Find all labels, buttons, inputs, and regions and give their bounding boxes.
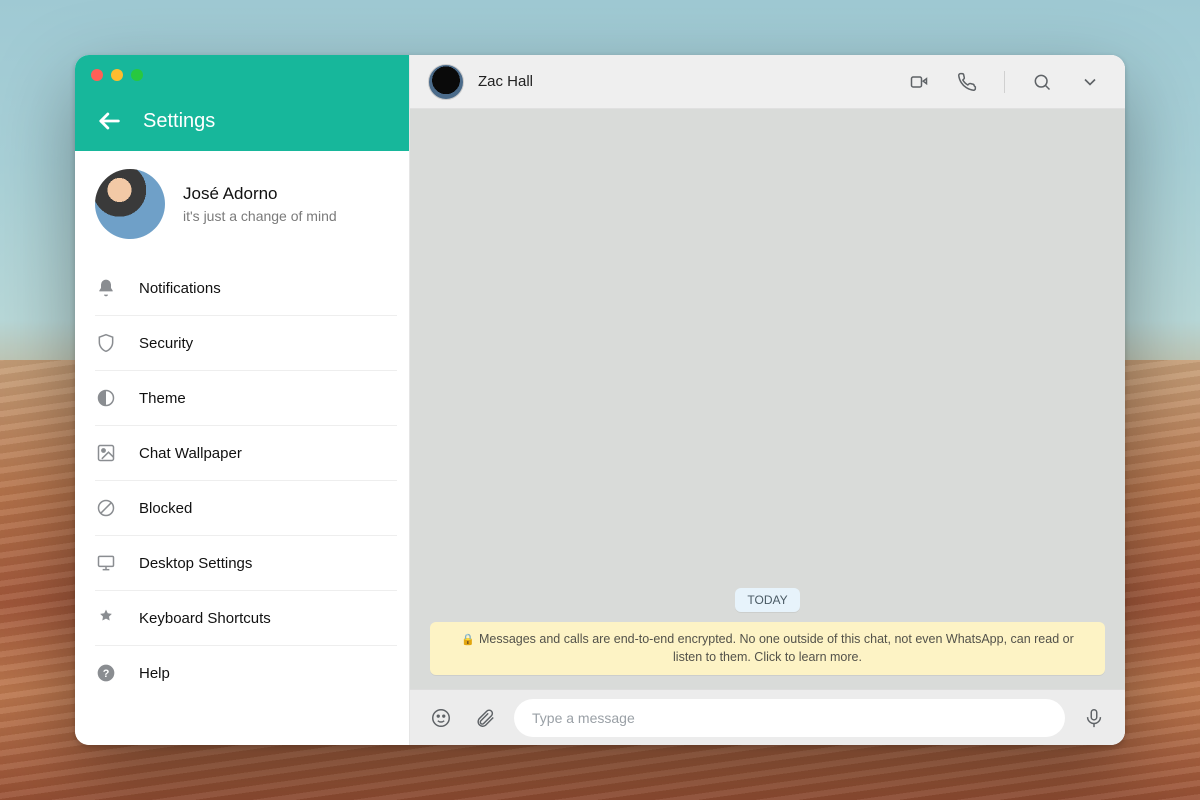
compose-bar [410, 689, 1125, 745]
wallpaper-icon [95, 442, 117, 464]
chat-menu-button[interactable] [1073, 65, 1107, 99]
chevron-down-icon [1080, 72, 1100, 92]
profile-section[interactable]: José Adorno it's just a change of mind [75, 151, 409, 261]
search-icon [1032, 72, 1052, 92]
microphone-icon [1083, 707, 1105, 729]
app-window: Settings José Adorno it's just a change … [75, 55, 1125, 745]
menu-label: Help [139, 665, 170, 682]
date-separator: TODAY [735, 588, 799, 612]
menu-item-help[interactable]: ? Help [95, 645, 397, 700]
video-call-button[interactable] [902, 65, 936, 99]
back-button[interactable] [95, 107, 123, 135]
settings-menu: Notifications Security Theme Chat Wallpa… [75, 261, 409, 700]
search-in-chat-button[interactable] [1025, 65, 1059, 99]
message-input[interactable] [514, 699, 1065, 737]
chat-panel: Zac Hall TODAY 🔒 Messages and calls are e… [410, 55, 1125, 745]
contact-name[interactable]: Zac Hall [478, 73, 533, 90]
emoji-button[interactable] [426, 703, 456, 733]
titlebar: Settings [75, 55, 409, 151]
contact-avatar[interactable] [428, 64, 464, 100]
keyboard-icon [95, 607, 117, 629]
minimize-window-button[interactable] [111, 69, 123, 81]
phone-icon [957, 72, 977, 92]
menu-label: Notifications [139, 280, 221, 297]
chat-header: Zac Hall [410, 55, 1125, 109]
menu-item-chat-wallpaper[interactable]: Chat Wallpaper [95, 425, 397, 480]
theme-icon [95, 387, 117, 409]
menu-item-notifications[interactable]: Notifications [95, 261, 397, 315]
menu-label: Chat Wallpaper [139, 445, 242, 462]
menu-label: Theme [139, 390, 186, 407]
profile-name: José Adorno [183, 184, 337, 204]
menu-label: Security [139, 335, 193, 352]
header-divider [1004, 71, 1005, 93]
help-icon: ? [95, 662, 117, 684]
paperclip-icon [474, 707, 496, 729]
video-icon [909, 72, 929, 92]
zoom-window-button[interactable] [131, 69, 143, 81]
encryption-notice[interactable]: 🔒 Messages and calls are end-to-end encry… [430, 622, 1105, 676]
chat-messages-area: TODAY 🔒 Messages and calls are end-to-end… [410, 109, 1125, 689]
blocked-icon [95, 497, 117, 519]
window-controls [91, 69, 143, 81]
profile-status: it's just a change of mind [183, 208, 337, 224]
encryption-notice-text: Messages and calls are end-to-end encryp… [479, 632, 1074, 665]
panel-title: Settings [143, 110, 215, 133]
voice-message-button[interactable] [1079, 703, 1109, 733]
settings-panel: Settings José Adorno it's just a change … [75, 55, 410, 745]
desktop-icon [95, 552, 117, 574]
voice-call-button[interactable] [950, 65, 984, 99]
lock-icon: 🔒 [461, 634, 475, 646]
shield-icon [95, 332, 117, 354]
svg-text:?: ? [103, 668, 110, 680]
menu-item-security[interactable]: Security [95, 315, 397, 370]
close-window-button[interactable] [91, 69, 103, 81]
menu-item-desktop-settings[interactable]: Desktop Settings [95, 535, 397, 590]
menu-item-blocked[interactable]: Blocked [95, 480, 397, 535]
menu-label: Keyboard Shortcuts [139, 610, 271, 627]
emoji-icon [430, 707, 452, 729]
bell-icon [95, 277, 117, 299]
menu-label: Blocked [139, 500, 192, 517]
menu-label: Desktop Settings [139, 555, 252, 572]
menu-item-theme[interactable]: Theme [95, 370, 397, 425]
menu-item-keyboard-shortcuts[interactable]: Keyboard Shortcuts [95, 590, 397, 645]
profile-avatar [95, 169, 165, 239]
attach-button[interactable] [470, 703, 500, 733]
arrow-left-icon [95, 107, 123, 135]
